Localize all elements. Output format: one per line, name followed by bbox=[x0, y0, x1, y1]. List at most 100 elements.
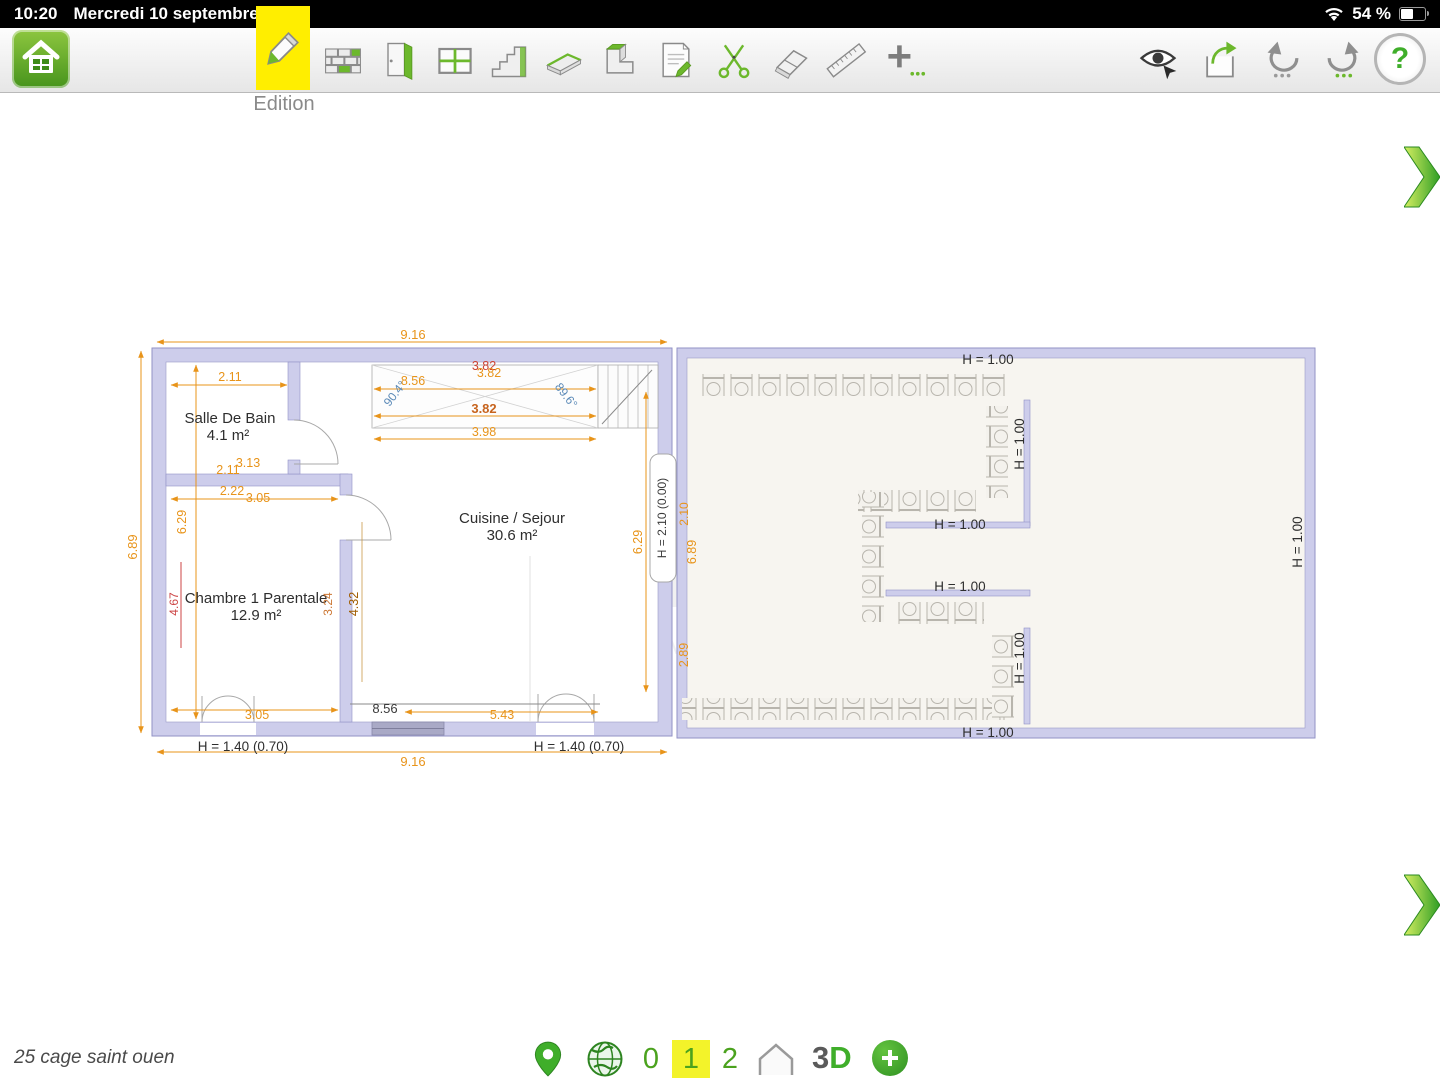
room-living-name: Cuisine / Sejour bbox=[459, 510, 565, 527]
view-3d-button[interactable]: 3D bbox=[812, 1040, 860, 1076]
plus-icon bbox=[880, 1048, 900, 1068]
plus-icon bbox=[879, 38, 929, 82]
undo-icon bbox=[1260, 38, 1308, 82]
status-bar: 10:20 Mercredi 10 septembre 54 % bbox=[0, 0, 1440, 28]
view-3d-char-d: D bbox=[829, 1040, 851, 1075]
dim-hall-a: 2.22 bbox=[220, 484, 244, 498]
scissors-icon bbox=[712, 38, 756, 82]
terrace-building[interactable] bbox=[677, 348, 1315, 738]
undo-button[interactable] bbox=[1256, 31, 1312, 89]
tool-add-button[interactable] bbox=[876, 31, 932, 89]
house-logo-icon bbox=[21, 39, 61, 79]
help-button[interactable]: ? bbox=[1374, 33, 1426, 85]
dim-closet-c: 3.82 bbox=[471, 401, 496, 416]
tool-stairs-button[interactable] bbox=[481, 31, 537, 89]
dim-bed-v1: 3.24 bbox=[321, 592, 335, 616]
room-bedroom-name: Chambre 1 Parentale bbox=[185, 590, 328, 607]
project-name: 25 cage saint ouen bbox=[14, 1047, 175, 1069]
height-terrace-top: H = 1.00 bbox=[962, 352, 1013, 367]
dim-bed-v2: 4.32 bbox=[347, 592, 361, 616]
add-floor-button[interactable] bbox=[872, 1040, 908, 1076]
balustrade-col-left bbox=[862, 492, 884, 622]
eraser-icon bbox=[767, 38, 813, 82]
height-terrace-mid-a: H = 1.00 bbox=[934, 517, 985, 532]
tool-notes-button[interactable] bbox=[648, 31, 704, 89]
battery-percent: 54 % bbox=[1352, 4, 1391, 24]
eye-icon bbox=[1135, 38, 1181, 82]
balustrade-mid2 bbox=[898, 602, 984, 624]
dim-right-c: 2.89 bbox=[677, 643, 691, 667]
height-terrace-bottom: H = 1.00 bbox=[962, 725, 1013, 740]
door-icon bbox=[377, 38, 421, 82]
share-button[interactable] bbox=[1192, 31, 1248, 89]
redo-icon bbox=[1318, 38, 1366, 82]
height-terrace-mid-b: H = 1.00 bbox=[934, 579, 985, 594]
dim-bed-bottom: 3.05 bbox=[245, 708, 269, 722]
ruler-icon bbox=[823, 38, 869, 82]
balustrade-bottom bbox=[682, 698, 1006, 720]
tool-edition-button[interactable] bbox=[256, 6, 310, 90]
main-building[interactable] bbox=[152, 348, 676, 736]
dim-bath-top: 2.11 bbox=[218, 370, 241, 384]
height-door-left: H = 1.40 (0.70) bbox=[198, 739, 288, 754]
column-icon bbox=[598, 38, 642, 82]
balustrade-top bbox=[700, 374, 1008, 396]
plan-canvas[interactable]: ERA IMMOBILIER bbox=[0, 92, 1440, 1038]
dim-bottom-right: 5.43 bbox=[490, 708, 514, 722]
dim-top-width: 9.16 bbox=[400, 327, 425, 342]
tool-eraser-button[interactable] bbox=[762, 31, 818, 89]
dim-inner-right: 6.29 bbox=[631, 530, 645, 554]
dim-bottom-width: 9.16 bbox=[400, 754, 425, 769]
battery-icon bbox=[1399, 7, 1426, 21]
dim-right-b: 6.89 bbox=[685, 540, 699, 564]
height-right-opening: H = 2.10 (0.00) bbox=[655, 478, 669, 558]
tool-wall-button[interactable] bbox=[315, 31, 371, 89]
bottom-bar: 25 cage saint ouen 0 1 2 3D bbox=[0, 1038, 1440, 1080]
dim-left-height: 6.89 bbox=[125, 534, 140, 559]
room-bath-name: Salle De Bain bbox=[185, 410, 276, 427]
room-bath-area: 4.1 m² bbox=[207, 427, 250, 444]
wall-icon bbox=[320, 38, 366, 82]
app-home-button[interactable] bbox=[12, 30, 70, 88]
height-terrace-col-b: H = 1.00 bbox=[1012, 632, 1027, 683]
floor-plan[interactable]: ERA IMMOBILIER bbox=[0, 92, 1440, 1038]
pan-right-arrow-top[interactable] bbox=[1404, 145, 1440, 209]
location-pin-icon[interactable] bbox=[533, 1039, 563, 1079]
height-door-right: H = 1.40 (0.70) bbox=[534, 739, 624, 754]
edition-tool-label: Edition bbox=[238, 93, 330, 116]
room-living-area: 30.6 m² bbox=[487, 527, 538, 544]
dim-bottom-mid: 8.56 bbox=[372, 701, 397, 716]
tool-ruler-button[interactable] bbox=[818, 31, 874, 89]
view-mode-button[interactable] bbox=[1130, 31, 1186, 89]
tool-window-button[interactable] bbox=[427, 31, 483, 89]
pencil-icon bbox=[261, 26, 305, 70]
balustrade-col-a bbox=[986, 406, 1008, 498]
tool-door-button[interactable] bbox=[371, 31, 427, 89]
dim-closet-b: 3.82 bbox=[477, 366, 501, 380]
pan-right-arrow-bottom[interactable] bbox=[1404, 873, 1440, 937]
slab-icon bbox=[541, 38, 587, 82]
height-terrace-right: H = 1.00 bbox=[1290, 516, 1305, 567]
dim-hall-b: 3.05 bbox=[246, 491, 270, 505]
dim-bath-bottom: 2.11 bbox=[216, 463, 239, 477]
stairs-icon bbox=[486, 38, 532, 82]
room-bedroom-area: 12.9 m² bbox=[231, 607, 282, 624]
wifi-icon bbox=[1324, 6, 1344, 22]
notes-icon bbox=[654, 38, 698, 82]
help-label: ? bbox=[1391, 42, 1409, 76]
floor-button-0[interactable]: 0 bbox=[631, 1040, 671, 1078]
date: Mercredi 10 septembre bbox=[73, 4, 258, 24]
clock: 10:20 bbox=[14, 4, 57, 24]
dim-right-a: 2.10 bbox=[677, 502, 691, 526]
globe-icon[interactable] bbox=[586, 1040, 624, 1078]
tool-cut-button[interactable] bbox=[706, 31, 762, 89]
dim-left-red: 4.67 bbox=[167, 592, 181, 616]
floor-button-1[interactable]: 1 bbox=[671, 1040, 711, 1078]
tool-column-button[interactable] bbox=[592, 31, 648, 89]
redo-button[interactable] bbox=[1314, 31, 1370, 89]
dim-closet-d: 3.98 bbox=[472, 425, 496, 439]
roof-icon[interactable] bbox=[757, 1042, 795, 1076]
share-icon bbox=[1197, 38, 1243, 82]
tool-slab-button[interactable] bbox=[536, 31, 592, 89]
floor-button-2[interactable]: 2 bbox=[710, 1040, 750, 1078]
